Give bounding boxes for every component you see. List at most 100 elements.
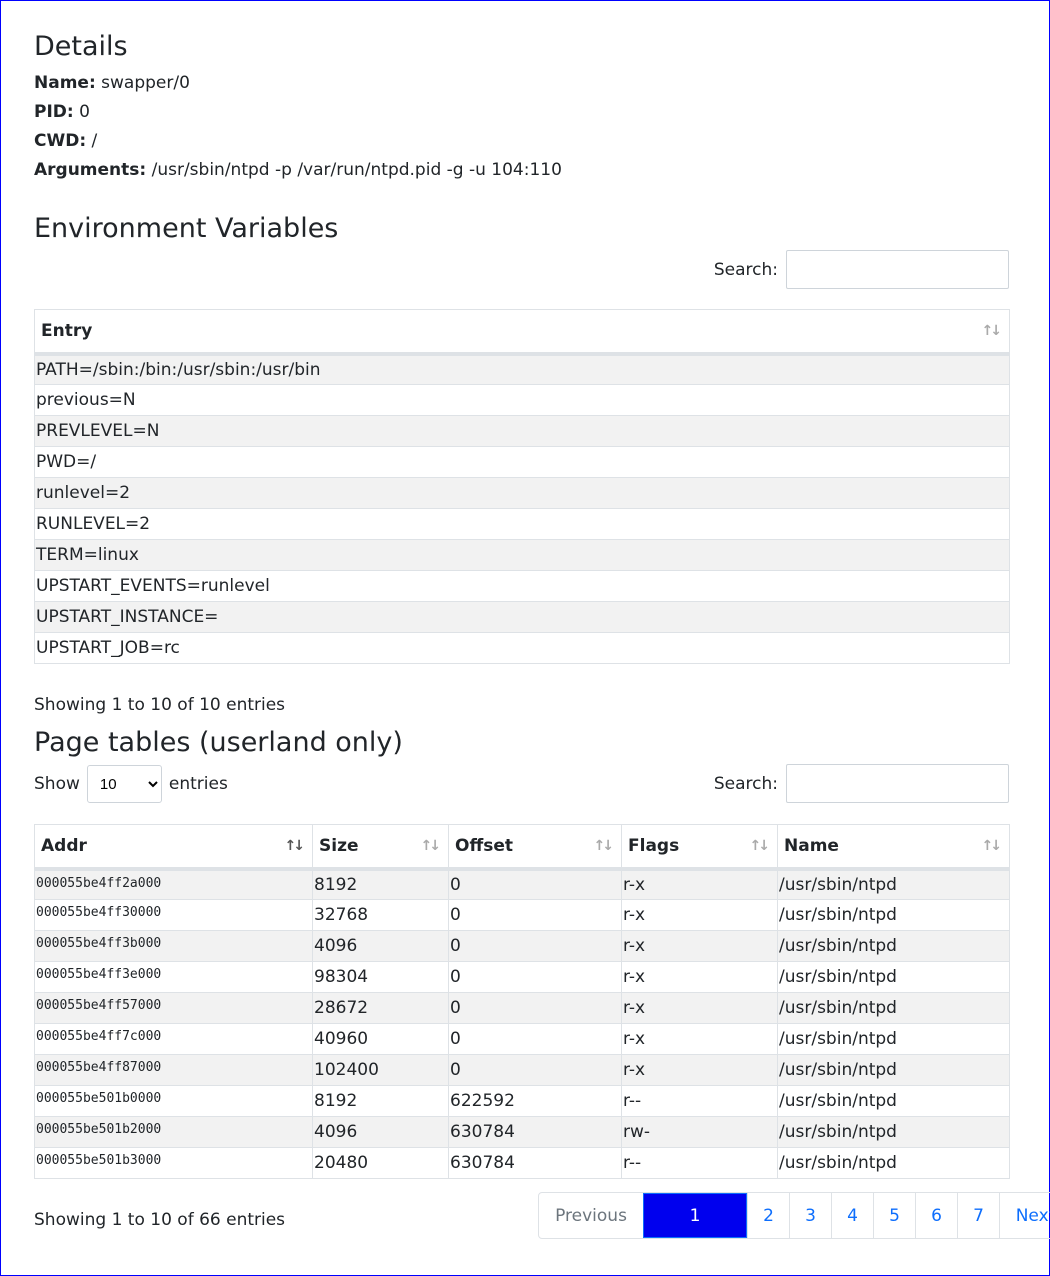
- pages-search: Search:: [714, 764, 1009, 803]
- cell-flags: r-x: [621, 1054, 778, 1086]
- env-entry: PREVLEVEL=N: [34, 415, 1010, 447]
- cell-offset: 630784: [448, 1116, 622, 1148]
- cell-flags: r-x: [621, 868, 778, 900]
- cell-flags: r-x: [621, 961, 778, 993]
- cell-addr: 000055be501b3000: [34, 1147, 313, 1179]
- col-label: Name: [784, 835, 839, 856]
- cell-offset: 622592: [448, 1085, 622, 1117]
- args-label: Arguments:: [34, 160, 147, 180]
- args-row: Arguments: /usr/sbin/ntpd -p /var/run/nt…: [34, 160, 562, 180]
- env-col-label: Entry: [41, 320, 93, 341]
- table-row: 000055be501b2000 4096 630784 rw-/usr/sbin/n…: [34, 1116, 1010, 1148]
- col-label: Addr: [41, 835, 87, 856]
- table-row: 000055be4ff30000 32768 0 r-x/usr/sbin/ntpd: [34, 899, 1010, 931]
- cell-size: 40960: [312, 1023, 449, 1055]
- cell-addr: 000055be501b2000: [34, 1116, 313, 1148]
- env-col-entry[interactable]: Entry ↑↓: [34, 309, 1010, 356]
- cell-size: 8192: [312, 1085, 449, 1117]
- sort-icon: ↑↓: [420, 838, 442, 854]
- pages-table: Addr ↑↓ Size ↑↓ Offset ↑↓ Flags ↑↓ Name ↑↓ 000055…: [34, 824, 1010, 1179]
- page-7-button[interactable]: 7: [957, 1193, 999, 1238]
- name-value: swapper/0: [101, 73, 190, 93]
- env-info: Showing 1 to 10 of 10 entries: [34, 695, 286, 715]
- cell-offset: 0: [448, 899, 622, 931]
- page-2-button[interactable]: 2: [747, 1193, 789, 1238]
- table-row: 000055be501b0000 8192 622592 r--/usr/sbin/n…: [34, 1085, 1010, 1117]
- cell-size: 98304: [312, 961, 449, 993]
- sort-icon: ↑↓: [749, 838, 771, 854]
- env-title: Environment Variables: [34, 213, 339, 244]
- col-flags[interactable]: Flags ↑↓: [621, 824, 778, 871]
- env-entry: previous=N: [34, 384, 1010, 416]
- cwd-row: CWD: /: [34, 131, 97, 151]
- sort-icon: ↑↓: [593, 838, 615, 854]
- page-1-button[interactable]: 1: [643, 1193, 747, 1238]
- env-entry: PWD=/: [34, 446, 1010, 478]
- cwd-label: CWD:: [34, 131, 87, 151]
- cell-name: /usr/sbin/ntpd: [777, 1147, 1010, 1179]
- col-label: Size: [319, 835, 359, 856]
- env-entry: RUNLEVEL=2: [34, 508, 1010, 540]
- pages-info: Showing 1 to 10 of 66 entries: [34, 1210, 286, 1230]
- cell-offset: 0: [448, 961, 622, 993]
- env-entry: UPSTART_JOB=rc: [34, 632, 1010, 664]
- table-row: PWD=/: [34, 446, 1010, 478]
- env-entry: UPSTART_INSTANCE=: [34, 601, 1010, 633]
- page-5-button[interactable]: 5: [873, 1193, 915, 1238]
- cell-addr: 000055be4ff3e000: [34, 961, 313, 993]
- cell-flags: r--: [621, 1147, 778, 1179]
- page-6-button[interactable]: 6: [915, 1193, 957, 1238]
- table-row: UPSTART_INSTANCE=: [34, 601, 1010, 633]
- table-row: previous=N: [34, 384, 1010, 416]
- env-table: Entry ↑↓ PATH=/sbin:/bin:/usr/sbin:/usr/b…: [34, 309, 1010, 664]
- page-4-button[interactable]: 4: [831, 1193, 873, 1238]
- details-title: Details: [34, 31, 128, 62]
- cell-flags: r-x: [621, 992, 778, 1024]
- table-row: PREVLEVEL=N: [34, 415, 1010, 447]
- cell-size: 32768: [312, 899, 449, 931]
- table-row: 000055be4ff2a000 8192 0 r-x/usr/sbin/ntpd: [34, 868, 1010, 900]
- name-label: Name:: [34, 73, 96, 93]
- cell-name: /usr/sbin/ntpd: [777, 868, 1010, 900]
- pages-title: Page tables (userland only): [34, 727, 403, 758]
- pagination: Previous 1234567 Next: [538, 1192, 1050, 1239]
- col-offset[interactable]: Offset ↑↓: [448, 824, 622, 871]
- col-addr[interactable]: Addr ↑↓: [34, 824, 313, 871]
- cell-flags: r--: [621, 1085, 778, 1117]
- args-value: /usr/sbin/ntpd -p /var/run/ntpd.pid -g -…: [151, 160, 562, 180]
- cell-name: /usr/sbin/ntpd: [777, 1054, 1010, 1086]
- cell-addr: 000055be501b0000: [34, 1085, 313, 1117]
- col-name[interactable]: Name ↑↓: [777, 824, 1010, 871]
- cell-flags: r-x: [621, 930, 778, 962]
- entries-label: entries: [168, 774, 228, 794]
- env-entry: UPSTART_EVENTS=runlevel: [34, 570, 1010, 602]
- next-button[interactable]: Next: [999, 1193, 1050, 1238]
- env-search: Search:: [714, 250, 1009, 289]
- cell-offset: 0: [448, 1023, 622, 1055]
- name-row: Name: swapper/0: [34, 73, 190, 93]
- table-row: 000055be4ff87000 102400 0 r-x/usr/sbin/ntpd: [34, 1054, 1010, 1086]
- table-row: runlevel=2: [34, 477, 1010, 509]
- previous-button[interactable]: Previous: [539, 1193, 643, 1238]
- col-label: Offset: [455, 835, 513, 856]
- cell-offset: 0: [448, 992, 622, 1024]
- env-search-input[interactable]: [786, 250, 1009, 289]
- cell-flags: r-x: [621, 899, 778, 931]
- cell-addr: 000055be4ff57000: [34, 992, 313, 1024]
- pid-value: 0: [79, 102, 90, 122]
- col-size[interactable]: Size ↑↓: [312, 824, 449, 871]
- sort-icon: ↑↓: [981, 323, 1003, 339]
- page-length-select[interactable]: 10: [86, 765, 162, 803]
- page-3-button[interactable]: 3: [789, 1193, 831, 1238]
- cell-name: /usr/sbin/ntpd: [777, 1023, 1010, 1055]
- cell-name: /usr/sbin/ntpd: [777, 992, 1010, 1024]
- cell-addr: 000055be4ff30000: [34, 899, 313, 931]
- table-row: 000055be4ff3e000 98304 0 r-x/usr/sbin/ntpd: [34, 961, 1010, 993]
- table-row: TERM=linux: [34, 539, 1010, 571]
- env-entry: runlevel=2: [34, 477, 1010, 509]
- table-row: PATH=/sbin:/bin:/usr/sbin:/usr/bin: [34, 353, 1010, 385]
- cell-offset: 0: [448, 1054, 622, 1086]
- cell-offset: 0: [448, 930, 622, 962]
- env-entry: TERM=linux: [34, 539, 1010, 571]
- pages-search-input[interactable]: [786, 764, 1009, 803]
